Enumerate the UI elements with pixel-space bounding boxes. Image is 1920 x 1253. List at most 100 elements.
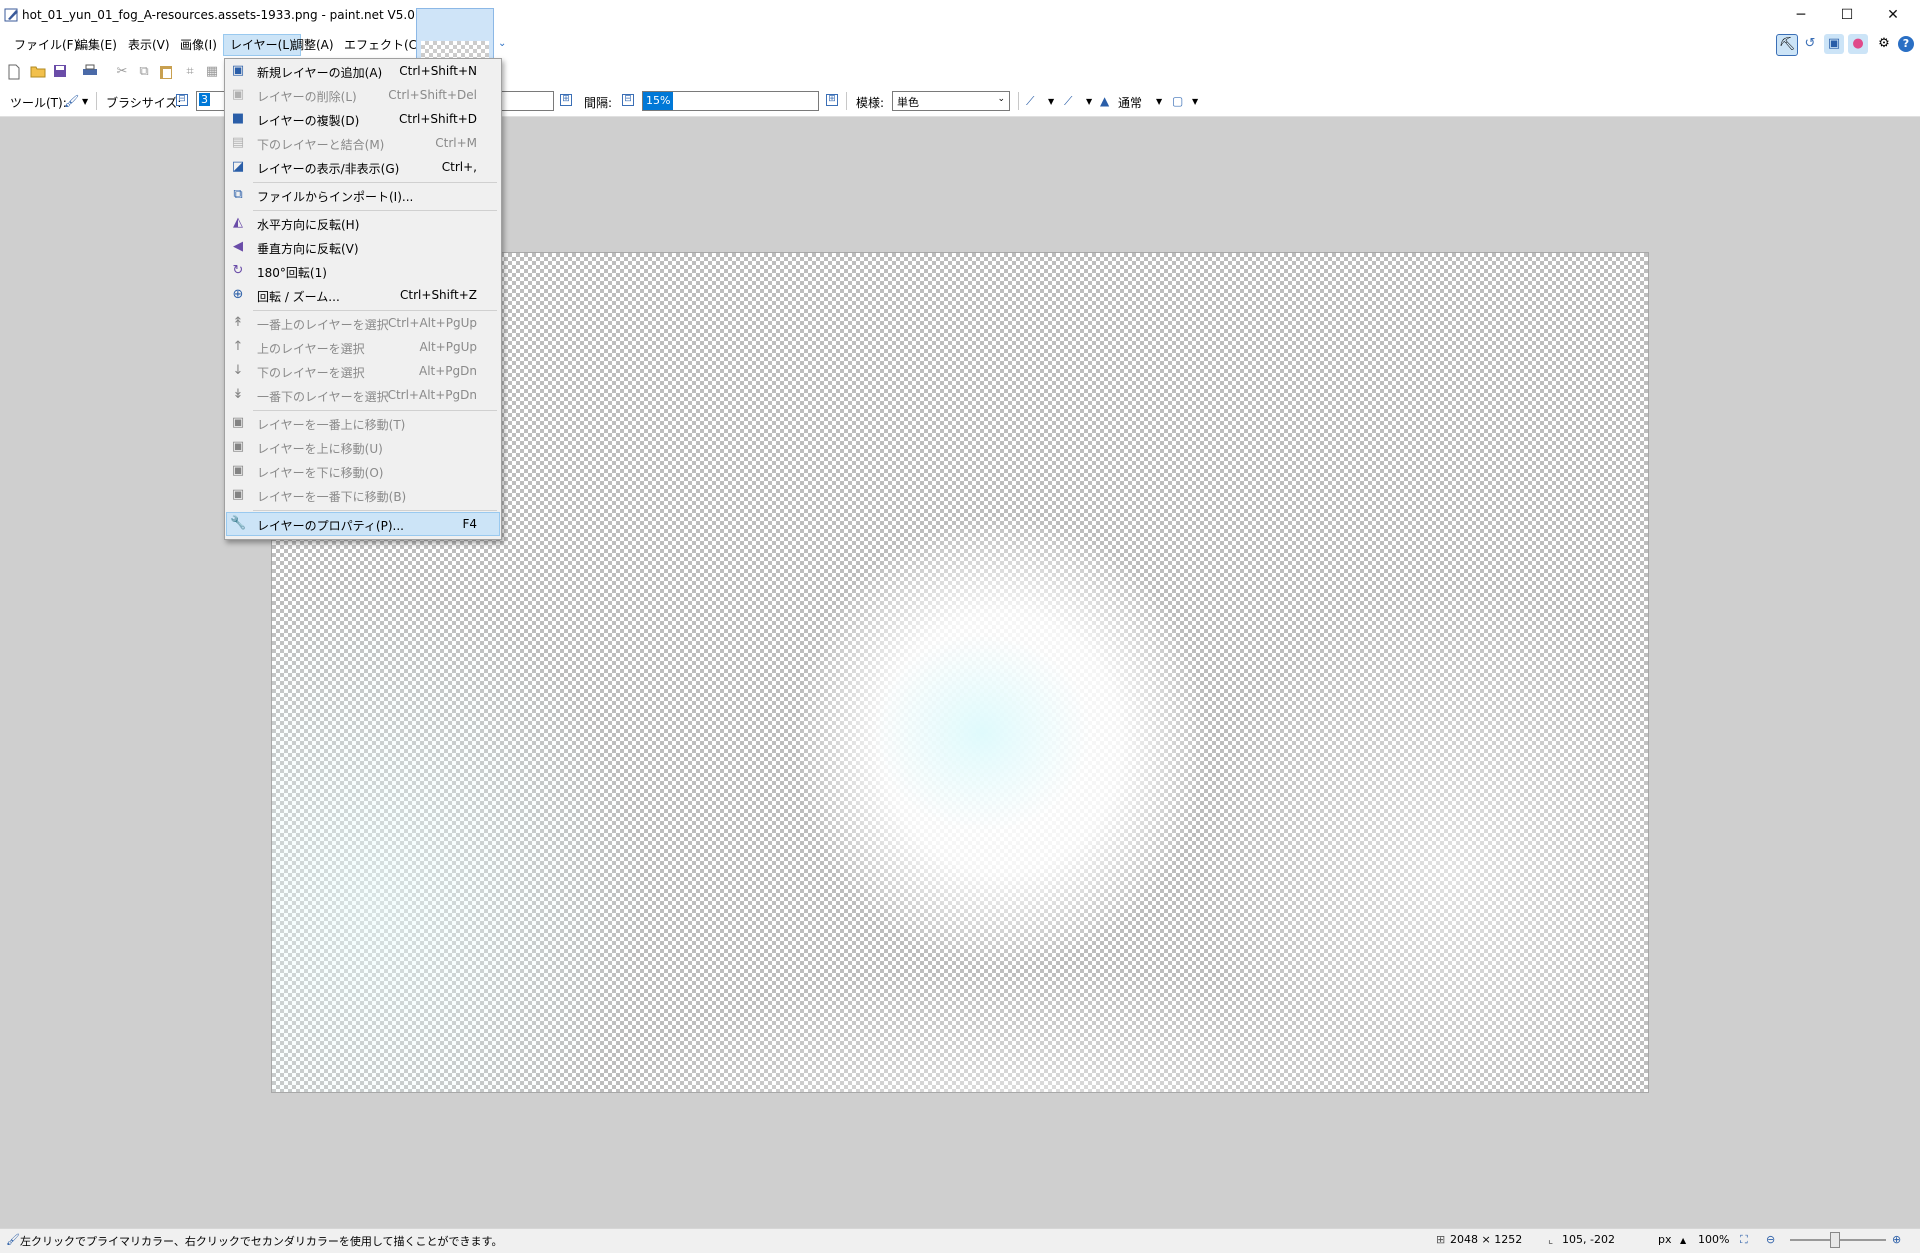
print-icon[interactable] xyxy=(82,64,98,80)
menu-item-label: 回転 / ズーム... xyxy=(257,290,340,304)
window-title: hot_01_yun_01_fog_A-resources.assets-193… xyxy=(22,8,427,22)
menu-item-select-top-layer[interactable]: ↟ 一番上のレイヤーを選択 Ctrl+Alt+PgUp xyxy=(227,312,499,334)
image-thumbnail-tab[interactable] xyxy=(416,8,494,60)
unit-dropdown-icon[interactable]: ▲ xyxy=(1680,1236,1686,1245)
menu-item-shortcut: Ctrl+Shift+N xyxy=(399,64,477,78)
menu-item-select-bottom-layer[interactable]: ↡ 一番下のレイヤーを選択 Ctrl+Alt+PgDn xyxy=(227,384,499,406)
menu-edit[interactable]: 編集(E) xyxy=(70,35,123,55)
menu-item-layer-properties[interactable]: 🔧 レイヤーのプロパティ(P)... F4 xyxy=(226,512,500,536)
menu-bar: ファイル(F) 編集(E) 表示(V) 画像(I) レイヤー(L) 調整(A) … xyxy=(0,30,1920,58)
menu-item-label: 下のレイヤーを選択 xyxy=(257,366,365,380)
selection-mode-dropdown-icon[interactable]: ▼ xyxy=(1192,97,1198,106)
toolbar-separator xyxy=(96,92,97,110)
zoom-level[interactable]: 100% xyxy=(1698,1233,1729,1246)
menu-adjustments[interactable]: 調整(A) xyxy=(286,35,340,55)
blend-mode-icon: ▲ xyxy=(1100,94,1110,108)
status-hint: 左クリックでプライマリカラー、右クリックでセカンダリカラーを使用して描くことがで… xyxy=(20,1235,503,1248)
zoom-out-icon[interactable]: ⊖ xyxy=(1766,1233,1775,1246)
menu-item-move-to-top[interactable]: ▣ レイヤーを一番上に移動(T) xyxy=(227,412,499,434)
menu-item-toggle-visibility[interactable]: ◪ レイヤーの表示/非表示(G) Ctrl+, xyxy=(227,156,499,178)
zoom-in-icon[interactable]: ⊕ xyxy=(1892,1233,1901,1246)
antialiasing-dropdown-icon[interactable]: ▼ xyxy=(1048,97,1054,106)
menu-item-flip-vertical[interactable]: ◀ 垂直方向に反転(V) xyxy=(227,236,499,258)
colors-panel-icon[interactable]: ● xyxy=(1848,34,1868,54)
menu-item-select-layer-below[interactable]: ↓ 下のレイヤーを選択 Alt+PgDn xyxy=(227,360,499,382)
alpha-blending-icon[interactable]: ⟋ xyxy=(1064,94,1072,109)
pattern-select[interactable]: 単色 ⌄ xyxy=(892,91,1010,111)
image-size: 2048 × 1252 xyxy=(1450,1233,1523,1246)
spacing-slider[interactable]: 15% xyxy=(642,91,819,111)
menu-item-move-down[interactable]: ▣ レイヤーを下に移動(O) xyxy=(227,460,499,482)
alpha-blending-dropdown-icon[interactable]: ▼ xyxy=(1086,97,1092,106)
menu-item-label: 垂直方向に反転(V) xyxy=(257,242,359,256)
rotate-zoom-icon: ⊕ xyxy=(232,287,244,302)
move-down-icon: ▣ xyxy=(231,463,245,478)
deselect-icon[interactable]: ▦ xyxy=(204,64,220,80)
delete-layer-icon: ▣ xyxy=(231,87,245,102)
selection-mode-icon[interactable]: ▢ xyxy=(1172,94,1183,108)
new-file-icon[interactable] xyxy=(6,64,22,80)
menu-item-duplicate-layer[interactable]: ■ レイヤーの複製(D) Ctrl+Shift+D xyxy=(227,108,499,130)
menu-item-shortcut: Ctrl+, xyxy=(441,160,477,174)
menu-view[interactable]: 表示(V) xyxy=(122,35,176,55)
settings-icon[interactable]: ⚙ xyxy=(1874,34,1894,54)
menu-item-add-layer[interactable]: ▣ 新規レイヤーの追加(A) Ctrl+Shift+N xyxy=(227,60,499,82)
blend-mode-value[interactable]: 通常 xyxy=(1118,94,1142,111)
brush-size-decrease-button[interactable]: ⊟ xyxy=(176,94,188,106)
menu-item-label: ファイルからインポート(I)... xyxy=(257,190,414,204)
menu-item-rotate-zoom[interactable]: ⊕ 回転 / ズーム... Ctrl+Shift+Z xyxy=(227,284,499,306)
unit-selector[interactable]: px xyxy=(1658,1233,1672,1246)
menu-item-label: レイヤーの複製(D) xyxy=(257,114,360,128)
menu-item-shortcut: F4 xyxy=(462,517,477,531)
menu-item-shortcut: Ctrl+Alt+PgDn xyxy=(387,388,477,402)
spacing-decrease-button[interactable]: ⊟ xyxy=(622,94,634,106)
image-size-icon: ⊞ xyxy=(1436,1233,1446,1246)
menu-item-move-to-bottom[interactable]: ▣ レイヤーを一番下に移動(B) xyxy=(227,484,499,506)
brush-hint-icon: 🖌 xyxy=(6,1233,20,1246)
flip-horizontal-icon: ◭ xyxy=(233,215,243,230)
fog-tint xyxy=(872,633,1092,833)
menu-image[interactable]: 画像(I) xyxy=(174,35,223,55)
flip-vertical-icon: ◀ xyxy=(233,239,243,254)
spacing-increase-button[interactable]: ⊞ xyxy=(826,94,838,106)
menu-item-delete-layer[interactable]: ▣ レイヤーの削除(L) Ctrl+Shift+Del xyxy=(227,84,499,106)
antialiasing-icon[interactable]: ⟋ xyxy=(1026,94,1034,109)
layers-panel-icon[interactable]: ▣ xyxy=(1824,34,1844,54)
copy-icon[interactable]: ⧉ xyxy=(136,64,152,80)
tool-dropdown-icon[interactable]: ▼ xyxy=(82,97,88,106)
menu-effects[interactable]: エフェクト(C) xyxy=(338,35,428,55)
close-button[interactable]: ✕ xyxy=(1870,0,1916,30)
tools-panel-icon[interactable]: ⛏ xyxy=(1776,34,1798,56)
zoom-to-window-icon[interactable]: ⛶ xyxy=(1740,1233,1748,1247)
maximize-button[interactable]: ☐ xyxy=(1824,0,1870,30)
cursor-position: 105, -202 xyxy=(1562,1233,1615,1246)
brush-size-increase-button[interactable]: ⊞ xyxy=(560,94,572,106)
menu-item-shortcut: Ctrl+Shift+Z xyxy=(400,288,477,302)
thumbnail-dropdown-icon[interactable]: ⌄ xyxy=(498,38,506,49)
zoom-slider-thumb[interactable] xyxy=(1830,1232,1840,1248)
menu-item-flip-horizontal[interactable]: ◭ 水平方向に反転(H) xyxy=(227,212,499,234)
layers-menu: ▣ 新規レイヤーの追加(A) Ctrl+Shift+N ▣ レイヤーの削除(L)… xyxy=(224,58,502,540)
menu-item-move-up[interactable]: ▣ レイヤーを上に移動(U) xyxy=(227,436,499,458)
move-up-icon: ▣ xyxy=(231,439,245,454)
menu-item-select-layer-above[interactable]: ↑ 上のレイヤーを選択 Alt+PgUp xyxy=(227,336,499,358)
cut-icon[interactable]: ✂ xyxy=(114,64,130,80)
menu-item-merge-down[interactable]: ▤ 下のレイヤーと結合(M) Ctrl+M xyxy=(227,132,499,154)
menu-item-import-from-file[interactable]: ⧉ ファイルからインポート(I)... xyxy=(227,184,499,206)
paste-icon[interactable] xyxy=(158,64,174,80)
menu-item-rotate-180[interactable]: ↻ 180°回転(1) xyxy=(227,260,499,282)
history-panel-icon[interactable]: ↺ xyxy=(1800,34,1820,54)
menu-item-shortcut: Ctrl+Alt+PgUp xyxy=(388,316,477,330)
save-file-icon[interactable] xyxy=(52,64,68,80)
import-file-icon: ⧉ xyxy=(233,187,243,202)
add-layer-icon: ▣ xyxy=(231,63,245,78)
minimize-button[interactable]: ─ xyxy=(1778,0,1824,30)
menu-item-label: レイヤーを一番上に移動(T) xyxy=(257,418,406,432)
spacing-value: 15% xyxy=(646,94,671,107)
brush-tool-icon[interactable]: 🖌 xyxy=(64,94,79,108)
help-icon[interactable]: ? xyxy=(1898,36,1914,52)
blend-mode-dropdown-icon[interactable]: ▼ xyxy=(1156,97,1162,106)
crop-icon[interactable]: ⌗ xyxy=(182,64,198,80)
open-file-icon[interactable] xyxy=(30,64,46,80)
spacing-label: 間隔: xyxy=(584,96,613,110)
